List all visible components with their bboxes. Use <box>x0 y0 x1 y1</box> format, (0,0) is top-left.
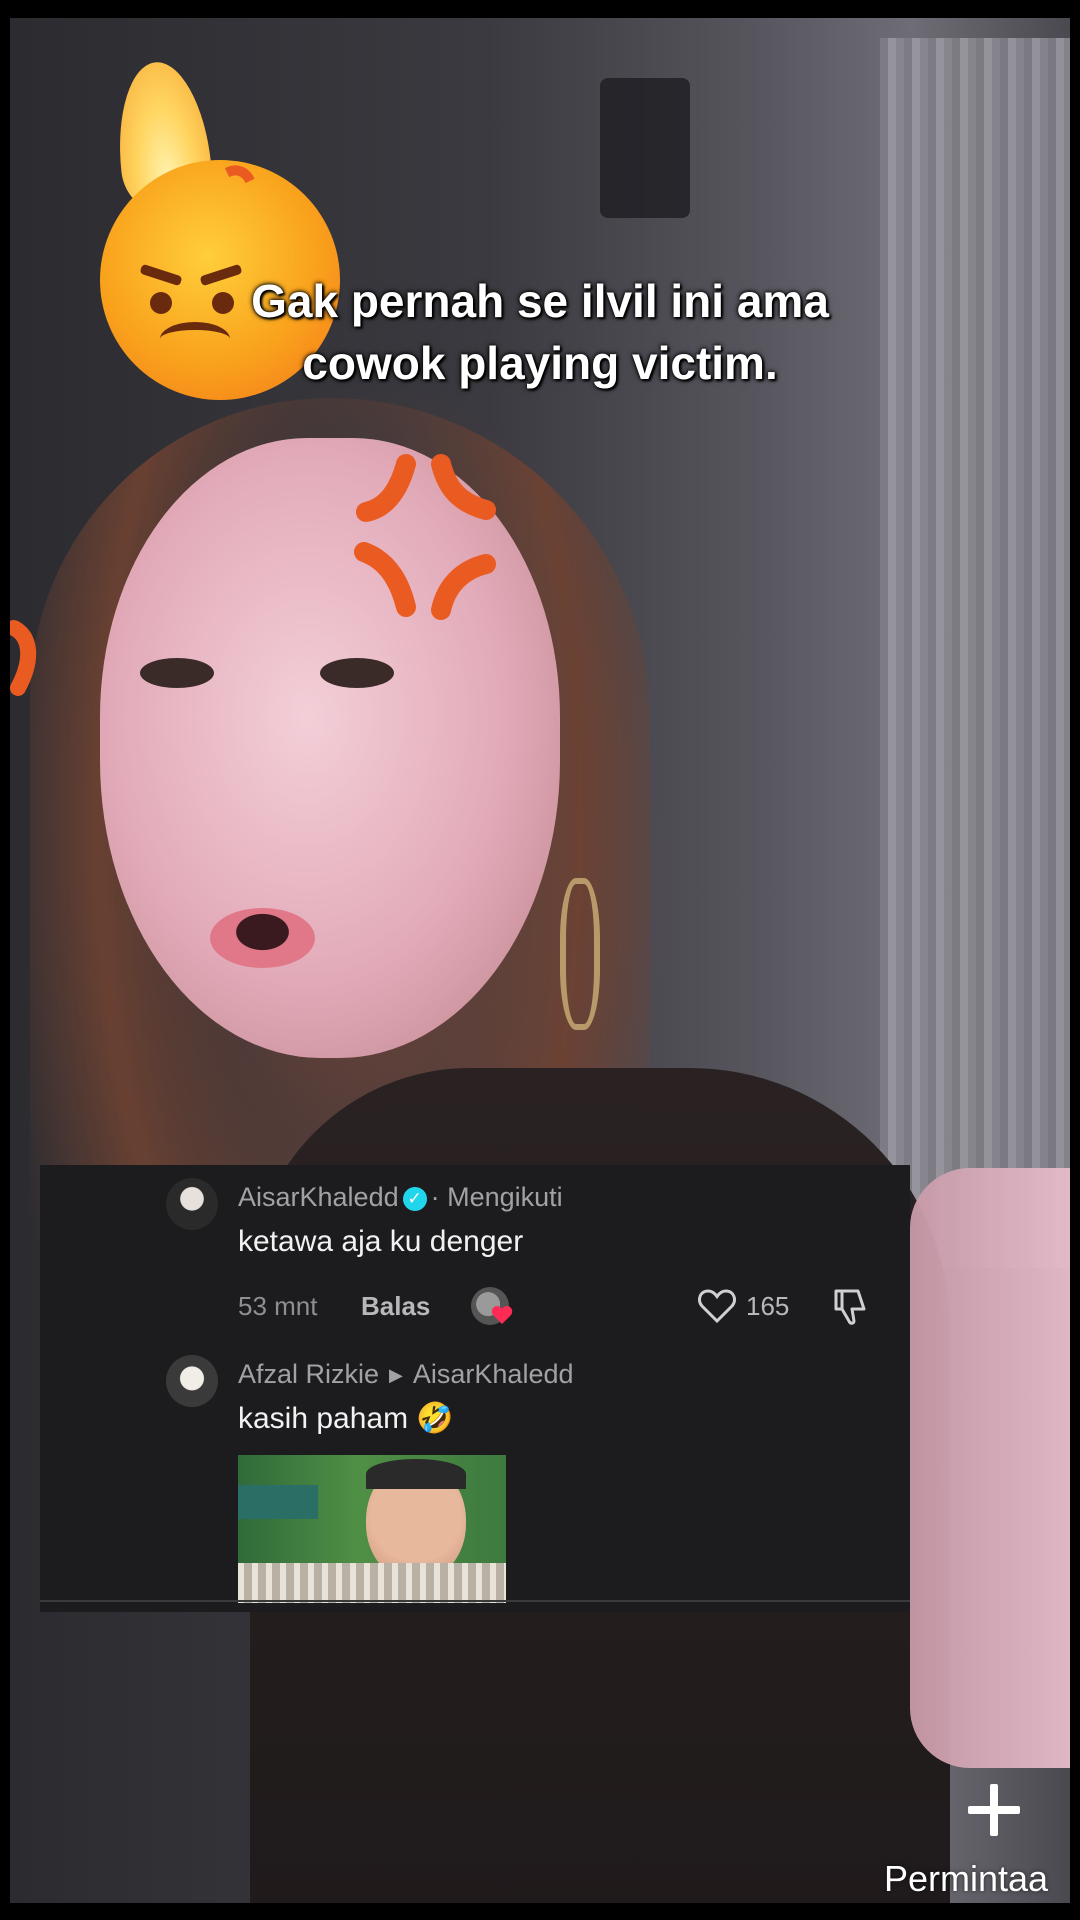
reply-arrow-icon: ▶ <box>389 1365 403 1386</box>
creator-heart-icon <box>491 1306 513 1324</box>
earring <box>560 878 600 1030</box>
follow-status: · Mengikuti <box>430 1182 563 1212</box>
dislike-icon[interactable] <box>830 1287 870 1327</box>
plus-icon[interactable] <box>964 1780 1024 1840</box>
arm <box>910 1168 1070 1768</box>
eye-right <box>320 658 394 688</box>
comment-text: ketawa aja ku denger <box>238 1225 524 1258</box>
emoji-eye-left <box>150 292 172 314</box>
reply-to-username[interactable]: AisarKhaledd <box>413 1359 574 1389</box>
video-caption: Gak pernah se ilvil ini ama cowok playin… <box>220 270 860 394</box>
eye-left <box>140 658 214 688</box>
verified-badge-icon: ✓ <box>402 1186 427 1211</box>
like-count: 165 <box>746 1291 790 1321</box>
like-heart-icon[interactable] <box>697 1288 737 1324</box>
curtain <box>880 38 1070 1268</box>
comment-text: kasih paham 🤣 <box>238 1402 454 1435</box>
caption-line-2: cowok playing victim. <box>302 337 778 389</box>
comment-image[interactable] <box>238 1455 506 1603</box>
request-button-label[interactable]: Permintaa <box>884 1858 1080 1900</box>
comment-time: 53 mnt <box>238 1291 318 1321</box>
anger-symbol-icon <box>354 454 496 620</box>
anger-symbol-partial-icon <box>10 620 37 696</box>
comment-username[interactable]: AisarKhaledd <box>238 1182 399 1212</box>
mouth <box>210 908 315 968</box>
reply-button[interactable]: Balas <box>361 1291 430 1322</box>
background-object <box>600 78 690 218</box>
comment-panel: AisarKhaledd ✓ · Mengikuti ketawa aja ku d… <box>40 1165 910 1612</box>
divider <box>40 1600 910 1602</box>
avatar[interactable] <box>166 1178 218 1230</box>
comment-header: AisarKhaledd ✓ · Mengikuti <box>238 1182 563 1213</box>
caption-line-1: Gak pernah se ilvil ini ama <box>251 275 829 327</box>
comment-username[interactable]: Afzal Rizkie <box>238 1359 379 1389</box>
avatar[interactable] <box>166 1355 218 1407</box>
comment-header: Afzal Rizkie ▶ AisarKhaledd <box>238 1359 574 1390</box>
